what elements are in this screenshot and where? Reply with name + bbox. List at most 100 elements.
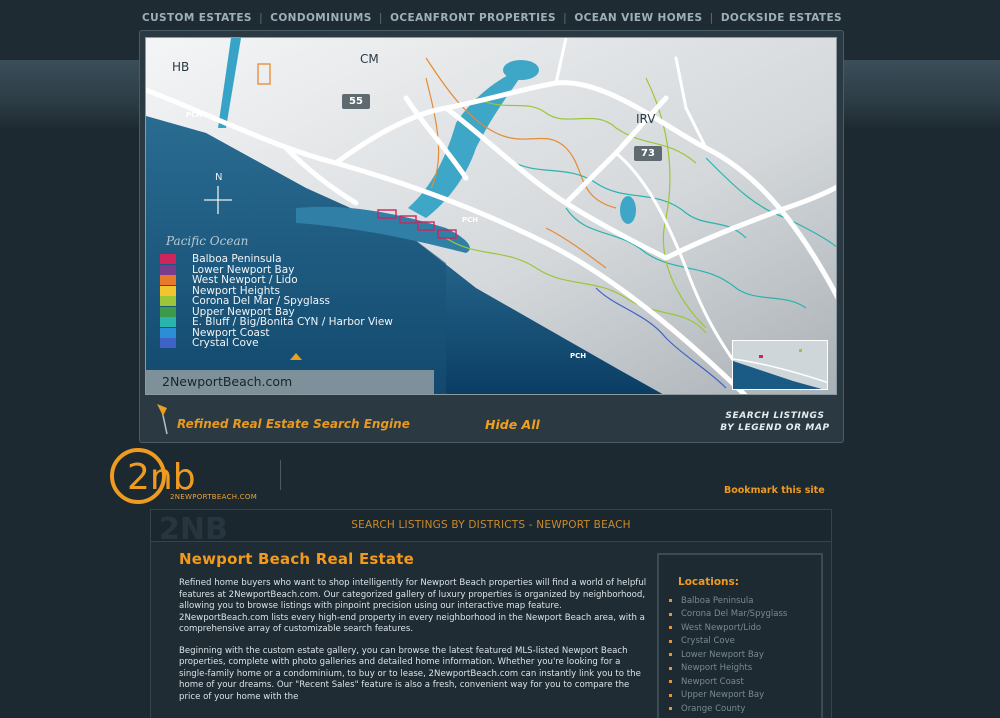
location-label: Corona Del Mar/Spyglass: [681, 609, 788, 620]
nav-separator: |: [709, 12, 714, 24]
legend-swatch: [160, 285, 176, 296]
location-west-newport-lido[interactable]: West Newport/Lido: [669, 621, 787, 635]
legend-label: Newport Coast: [192, 326, 270, 339]
search-by-legend-label: Search Listings by Legend or Map: [705, 410, 845, 434]
nav-custom-estates[interactable]: CUSTOM ESTATES: [142, 12, 252, 24]
map-bottom-bar: Refined Real Estate Search Engine Hide A…: [145, 401, 837, 437]
nav-separator: |: [259, 12, 264, 24]
map-label-irv: IRV: [636, 112, 656, 126]
location-label: Newport Coast: [681, 676, 744, 687]
map-frame: HB CM IRV N 55 73 PCH PCH PCH Pacific Oc…: [139, 30, 844, 443]
map-label-hb: HB: [172, 60, 190, 74]
lake: [503, 60, 539, 80]
hide-all-button[interactable]: Hide All: [485, 417, 540, 432]
locations-title: Locations:: [678, 576, 739, 588]
minimap-marker: [799, 349, 802, 352]
bullet-icon: [669, 653, 672, 657]
legend-collapse-arrow-icon[interactable]: [290, 353, 302, 361]
legend-label: Corona Del Mar / Spyglass: [192, 295, 331, 307]
map-brand-label: 2NewportBeach.com: [162, 374, 293, 389]
bullet-icon: [669, 612, 672, 616]
nav-condominiums[interactable]: CONDOMINIUMS: [270, 12, 371, 24]
section-title: SEARCH LISTINGS BY DISTRICTS - NEWPORT B…: [351, 519, 631, 531]
location-upper-newport-bay[interactable]: Upper Newport Bay: [669, 689, 787, 703]
logo-url: 2NEWPORTBEACH.COM: [170, 493, 258, 501]
location-label: Crystal Cove: [681, 636, 735, 647]
minimap-ocean: [733, 361, 822, 389]
content-panel: 2NB SEARCH LISTINGS BY DISTRICTS - NEWPO…: [150, 509, 832, 718]
top-nav: CUSTOM ESTATES | CONDOMINIUMS | OCEANFRO…: [142, 10, 842, 26]
article-paragraph-2: Beginning with the custom estate gallery…: [179, 645, 641, 702]
locations-list: Balboa Peninsula Corona Del Mar/Spyglass…: [669, 594, 787, 716]
legend-label: Upper Newport Bay: [192, 305, 295, 318]
location-label: West Newport/Lido: [681, 622, 762, 633]
legend-corona-del-mar-spyglass[interactable]: Corona Del Mar / Spyglass: [160, 296, 330, 306]
minimap[interactable]: [732, 340, 828, 390]
location-newport-heights[interactable]: Newport Heights: [669, 662, 787, 676]
article-paragraph-1: Refined home buyers who want to shop int…: [179, 578, 647, 634]
article: Newport Beach Real Estate Refined home b…: [179, 550, 651, 713]
location-lower-newport-bay[interactable]: Lower Newport Bay: [669, 648, 787, 662]
location-orange-county[interactable]: Orange County: [669, 702, 787, 716]
bullet-icon: [669, 707, 672, 711]
map-label-cm: CM: [360, 52, 379, 66]
legend-newport-heights[interactable]: Newport Heights: [160, 285, 280, 296]
interactive-map[interactable]: HB CM IRV N 55 73 PCH PCH PCH Pacific Oc…: [145, 37, 837, 395]
flag-icon: [157, 404, 168, 435]
legend-label: E. Bluff / Big/Bonita CYN / Harbor View: [192, 316, 393, 328]
location-label: Balboa Peninsula: [681, 595, 754, 606]
search-line-1: Search Listings: [725, 411, 825, 421]
map-tagline: Refined Real Estate Search Engine: [177, 417, 410, 431]
legend-label: Lower Newport Bay: [192, 263, 295, 276]
legend-lower-newport-bay[interactable]: Lower Newport Bay: [160, 263, 295, 276]
legend-label: Crystal Cove: [192, 337, 259, 349]
nav-separator: |: [563, 12, 568, 24]
pch-label: PCH: [570, 352, 587, 360]
location-corona-del-mar-spyglass[interactable]: Corona Del Mar/Spyglass: [669, 608, 787, 622]
bookmark-link[interactable]: Bookmark this site: [724, 485, 825, 496]
nav-oceanfront-properties[interactable]: OCEANFRONT PROPERTIES: [390, 12, 556, 24]
location-crystal-cove[interactable]: Crystal Cove: [669, 635, 787, 649]
bullet-icon: [669, 639, 672, 643]
location-label: Upper Newport Bay: [681, 690, 765, 701]
route-55-shield: 55: [342, 94, 370, 109]
route-73-shield: 73: [634, 146, 662, 161]
legend-label: West Newport / Lido: [192, 274, 298, 286]
legend-swatch: [160, 327, 176, 338]
nav-ocean-view-homes[interactable]: OCEAN VIEW HOMES: [574, 12, 702, 24]
minimap-marker: [759, 355, 763, 358]
legend-label: Balboa Peninsula: [192, 253, 282, 265]
legend-swatch: [160, 296, 176, 306]
bullet-icon: [669, 599, 672, 603]
location-label: Lower Newport Bay: [681, 649, 764, 660]
bullet-icon: [669, 693, 672, 697]
legend-swatch: [160, 264, 176, 275]
pch-label: PCH: [186, 111, 203, 119]
legend-swatch: [160, 254, 176, 264]
location-newport-coast[interactable]: Newport Coast: [669, 675, 787, 689]
minimap-graphic: [733, 349, 827, 389]
article-heading: Newport Beach Real Estate: [179, 550, 414, 568]
bullet-icon: [669, 666, 672, 670]
location-label: Orange County: [681, 703, 746, 714]
logo-divider: [280, 460, 281, 490]
pond: [620, 196, 636, 224]
location-balboa-peninsula[interactable]: Balboa Peninsula: [669, 594, 787, 608]
legend-swatch: [160, 306, 176, 317]
legend-crystal-cove[interactable]: Crystal Cove: [160, 338, 259, 348]
legend-upper-newport-bay[interactable]: Upper Newport Bay: [160, 305, 295, 318]
search-line-2: by Legend or Map: [720, 423, 830, 433]
bullet-icon: [669, 626, 672, 630]
logo-digit: 2nb: [127, 457, 196, 498]
ocean-label: Pacific Ocean: [166, 234, 249, 248]
locations-panel: Locations: Balboa Peninsula Corona Del M…: [657, 553, 823, 718]
content-header: 2NB SEARCH LISTINGS BY DISTRICTS - NEWPO…: [151, 510, 831, 547]
nav-separator: |: [378, 12, 383, 24]
legend-balboa-peninsula[interactable]: Balboa Peninsula: [160, 254, 282, 264]
legend-west-newport-lido[interactable]: West Newport / Lido: [160, 275, 298, 285]
legend-newport-coast[interactable]: Newport Coast: [160, 326, 270, 339]
nav-dockside-estates[interactable]: DOCKSIDE ESTATES: [721, 12, 842, 24]
legend-e-bluff-harbor-view[interactable]: E. Bluff / Big/Bonita CYN / Harbor View: [160, 317, 393, 327]
legend-swatch: [160, 338, 176, 348]
bullet-icon: [669, 680, 672, 684]
